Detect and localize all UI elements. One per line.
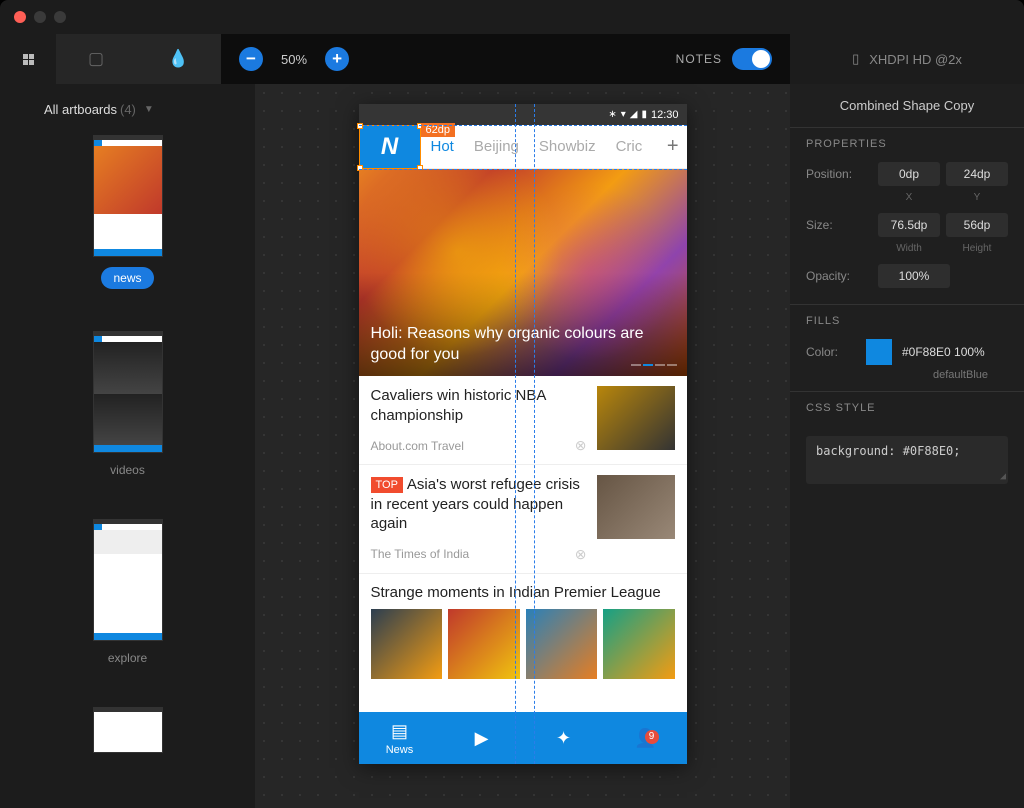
tab-showbiz[interactable]: Showbiz (529, 138, 606, 155)
compass-icon: ✦ (556, 728, 571, 749)
opacity-value[interactable]: 100% (878, 264, 950, 288)
item-title: TOPAsia's worst refugee crisis in recent… (371, 475, 587, 534)
statusbar-time: 12:30 (651, 109, 679, 121)
prop-label: Position: (806, 167, 878, 181)
notification-badge: 9 (645, 730, 659, 744)
device-selector[interactable]: XHDPI HD @2x (869, 52, 962, 67)
tab-beijing[interactable]: Beijing (464, 138, 529, 155)
chevron-down-icon: ▼ (144, 104, 154, 115)
prop-label: Opacity: (806, 269, 878, 283)
fills-header: FILLS (806, 315, 1008, 327)
artboard-thumb-partial[interactable] (93, 707, 163, 753)
phone-tabbar: N 62dp Hot Beijing Showbiz Cric + (359, 125, 687, 169)
properties-panel: Combined Shape Copy PROPERTIES Position:… (790, 84, 1024, 808)
artboard-label-active[interactable]: news (101, 267, 153, 289)
list-item[interactable]: Cavaliers win historic NBA championship … (359, 376, 687, 465)
color-value[interactable]: #0F88E0 100% (902, 345, 985, 359)
properties-header: PROPERTIES (806, 138, 1008, 150)
css-header: CSS STYLE (806, 402, 1008, 414)
colors-icon[interactable]: 💧 (168, 49, 189, 69)
window-close-button[interactable] (14, 11, 26, 23)
note-icon[interactable]: ▢ (88, 49, 104, 69)
hero-pagination (631, 364, 677, 366)
wifi-icon: ▾ (621, 109, 626, 120)
artboard-label: videos (110, 463, 145, 477)
prop-label: Size: (806, 218, 878, 232)
position-y[interactable]: 24dp (946, 162, 1008, 186)
play-icon: ▶ (475, 728, 489, 749)
news-icon: ▤ (391, 721, 408, 742)
artboards-sidebar: All artboards (4) ▼ news videos explore (0, 84, 255, 808)
window-minimize-button[interactable] (34, 11, 46, 23)
position-x[interactable]: 0dp (878, 162, 940, 186)
nav-explore[interactable]: ✦ (523, 728, 605, 749)
nav-videos[interactable]: ▶ (441, 728, 523, 749)
zoom-out-button[interactable]: − (239, 47, 263, 71)
canvas[interactable]: ∗ ▾ ◢ ▮ 12:30 N 62dp Hot (255, 84, 790, 808)
item-thumbnail (597, 475, 675, 539)
bluetooth-icon: ∗ (608, 109, 616, 120)
gallery-item[interactable] (526, 609, 598, 679)
item-source: About.com Travel (371, 439, 464, 453)
list-item[interactable]: TOPAsia's worst refugee crisis in recent… (359, 465, 687, 574)
size-height[interactable]: 56dp (946, 213, 1008, 237)
tab-cricket[interactable]: Cric (606, 138, 653, 155)
prop-label: Color: (806, 345, 856, 359)
notes-label: NOTES (676, 52, 722, 66)
artboard-label: explore (108, 651, 147, 665)
measurement-label: 62dp (421, 123, 455, 137)
gallery-item[interactable] (371, 609, 443, 679)
phone-bottom-nav: ▤ News ▶ ✦ 👤 9 (359, 712, 687, 764)
selection-outline (359, 125, 421, 169)
section-title: Strange moments in Indian Premier League (371, 584, 675, 601)
resize-handle-icon[interactable]: ◢ (1000, 471, 1006, 482)
zoom-in-button[interactable]: + (325, 47, 349, 71)
hero-title: Holi: Reasons why organic colours are go… (371, 324, 647, 366)
toolbar: ▢ 💧 − 50% + NOTES ▯ XHDPI HD @2x (0, 34, 1024, 84)
item-source: The Times of India (371, 547, 470, 561)
app-logo[interactable]: N (359, 125, 421, 169)
sidebar-header[interactable]: All artboards (4) ▼ (14, 102, 241, 117)
nav-news[interactable]: ▤ News (359, 721, 441, 756)
dismiss-icon[interactable]: ⊗ (575, 437, 587, 454)
zoom-level[interactable]: 50% (281, 52, 307, 67)
artboard-thumb-videos[interactable] (93, 331, 163, 453)
artboard-thumb-explore[interactable] (93, 519, 163, 641)
phone-artboard[interactable]: ∗ ▾ ◢ ▮ 12:30 N 62dp Hot (359, 104, 687, 764)
titlebar (0, 0, 1024, 34)
gallery-item[interactable] (603, 609, 675, 679)
signal-icon: ◢ (630, 109, 638, 120)
selection-name: Combined Shape Copy (790, 84, 1024, 127)
dismiss-icon[interactable]: ⊗ (575, 546, 587, 563)
device-icon: ▯ (852, 51, 859, 67)
add-tab-icon[interactable]: + (667, 135, 679, 158)
nav-profile[interactable]: 👤 9 (605, 728, 687, 749)
gallery-section: Strange moments in Indian Premier League (359, 574, 687, 685)
hero-card[interactable]: Holi: Reasons why organic colours are go… (359, 169, 687, 376)
top-badge: TOP (371, 477, 403, 493)
color-name: defaultBlue (806, 369, 1008, 381)
artboards-grid-icon[interactable] (23, 54, 34, 65)
css-style-output[interactable]: background: #0F88E0; ◢ (806, 436, 1008, 484)
artboard-thumb-news[interactable] (93, 135, 163, 257)
battery-icon: ▮ (641, 109, 647, 120)
item-thumbnail (597, 386, 675, 450)
notes-toggle[interactable] (732, 48, 772, 70)
item-title: Cavaliers win historic NBA championship (371, 386, 587, 425)
tab-hot[interactable]: Hot (421, 138, 464, 155)
phone-statusbar: ∗ ▾ ◢ ▮ 12:30 (359, 104, 687, 125)
size-width[interactable]: 76.5dp (878, 213, 940, 237)
color-swatch[interactable] (866, 339, 892, 365)
window-maximize-button[interactable] (54, 11, 66, 23)
gallery-item[interactable] (448, 609, 520, 679)
